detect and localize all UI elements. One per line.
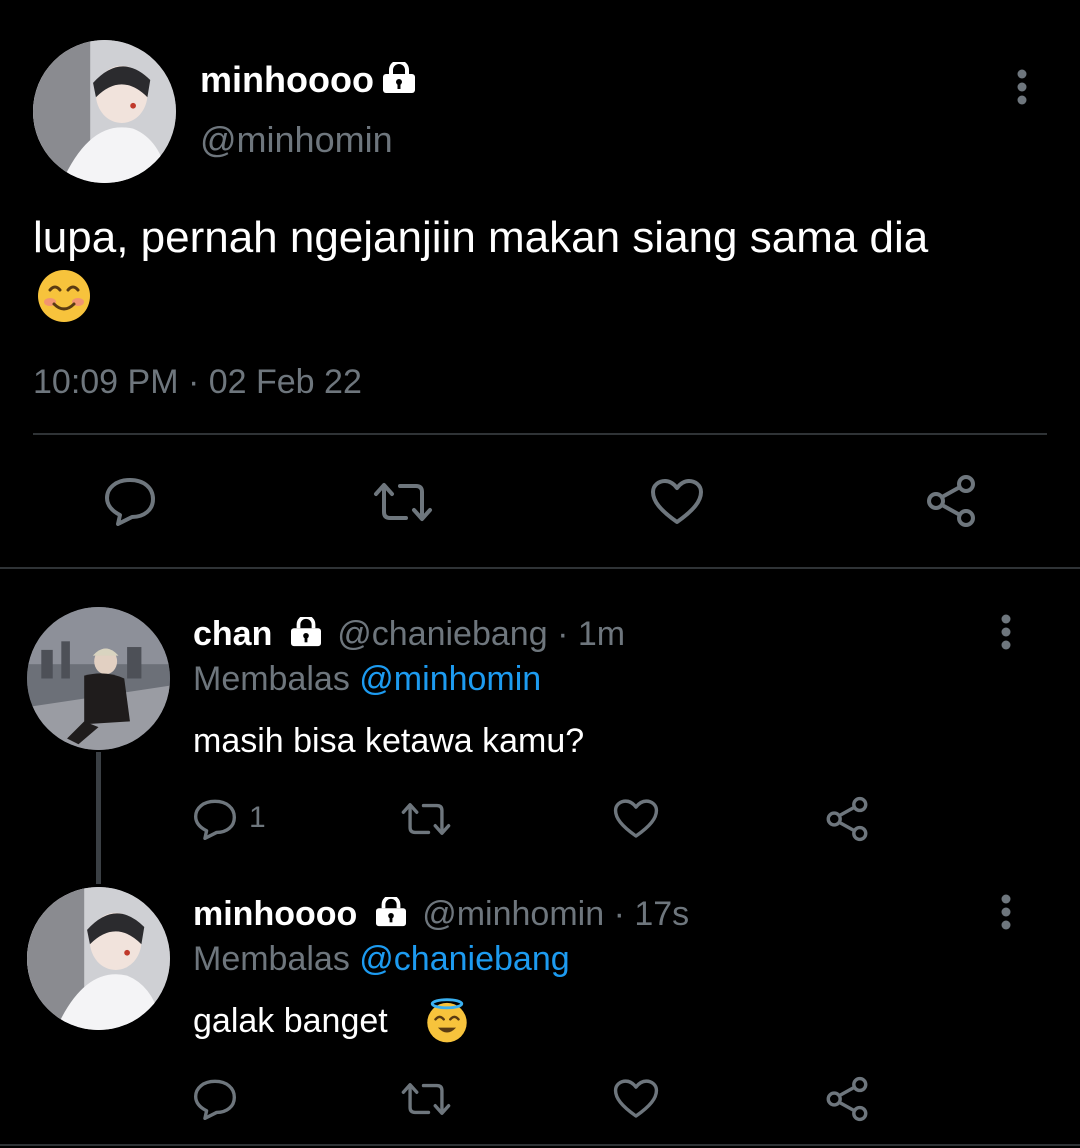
heart-icon[interactable] [613,1078,659,1120]
reply-avatar[interactable] [27,887,170,1030]
reply-avatar[interactable] [27,607,170,750]
lock-icon [288,615,324,657]
retweet-icon[interactable] [400,1080,452,1118]
reply-count: 1 [249,801,266,834]
reply-time[interactable]: · 1m [557,615,625,653]
lock-icon [373,895,409,937]
replying-to-label: Membalas [193,940,350,978]
heart-icon[interactable] [613,798,659,840]
reply-handle[interactable]: @chaniebang [337,615,547,653]
main-tweet-text: lupa, pernah ngejanjiin makan siang sama… [33,213,929,262]
main-tweet-handle[interactable]: @minhomin [200,118,393,162]
thread-connector-line [96,752,101,884]
replying-to-label: Membalas [193,660,350,698]
reply-display-name[interactable]: chan [193,615,272,653]
reply-text: masih bisa ketawa kamu? [193,722,585,760]
more-icon[interactable] [994,613,1018,653]
reply-icon[interactable] [104,476,156,526]
heart-icon[interactable] [650,478,704,526]
share-icon[interactable] [824,1076,870,1122]
more-icon[interactable] [994,893,1018,933]
main-tweet-timestamp[interactable]: 10:09 PM · 02 Feb 22 [33,362,362,402]
retweet-icon[interactable] [372,480,434,524]
main-tweet-avatar[interactable] [33,40,176,183]
reply-icon[interactable] [193,798,237,840]
reply-text: galak banget [193,1002,388,1040]
divider [0,567,1080,569]
replying-to-link[interactable]: @chaniebang [359,940,569,978]
share-icon[interactable] [824,796,870,842]
reply-display-name[interactable]: minhoooo [193,895,357,933]
reply-handle[interactable]: @minhomin [422,895,604,933]
smiling-face-emoji-icon [36,268,92,324]
divider [0,1144,1080,1146]
share-icon[interactable] [924,474,978,528]
reply-time[interactable]: · 17s [614,895,690,933]
more-icon[interactable] [1010,68,1034,108]
main-tweet-display-name[interactable]: minhoooo [200,58,374,102]
divider [33,433,1047,435]
lock-icon [380,60,418,99]
retweet-icon[interactable] [400,800,452,838]
replying-to-link[interactable]: @minhomin [359,660,541,698]
reply-icon[interactable] [193,1078,237,1120]
halo-face-emoji-icon [424,998,470,1044]
